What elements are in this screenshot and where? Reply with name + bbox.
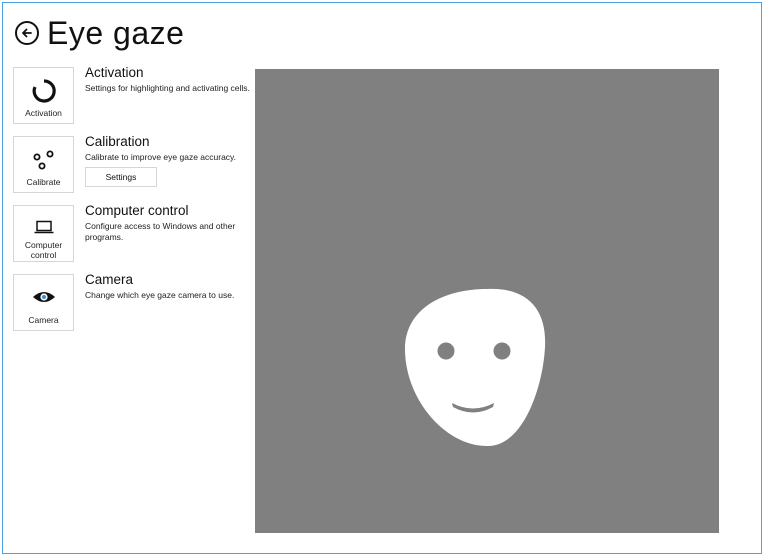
face-illustration xyxy=(405,288,546,447)
camera-section: Camera Camera Change which eye gaze came… xyxy=(13,272,253,334)
activation-tile[interactable]: Activation xyxy=(13,67,74,124)
activation-heading: Activation xyxy=(85,65,144,80)
face-shape xyxy=(405,288,546,447)
camera-description: Change which eye gaze camera to use. xyxy=(85,290,235,300)
camera-info: Camera Change which eye gaze camera to u… xyxy=(85,272,250,301)
computer-control-tile-label: Computer control xyxy=(24,240,63,260)
page-title: Eye gaze xyxy=(47,15,185,51)
computer-control-section: Computer control Computer control Config… xyxy=(13,203,253,265)
calibration-heading: Calibration xyxy=(85,134,150,149)
calibration-dots-icon xyxy=(30,145,58,175)
computer-control-info: Computer control Configure access to Win… xyxy=(85,203,250,243)
activation-tile-label: Activation xyxy=(25,108,62,118)
activation-ring-icon xyxy=(30,76,58,106)
calibration-section: Calibrate Calibration Calibrate to impro… xyxy=(13,134,253,196)
eye-icon xyxy=(32,285,56,309)
calibrate-tile[interactable]: Calibrate xyxy=(13,136,74,193)
camera-tile-label: Camera xyxy=(28,315,59,325)
camera-tile[interactable]: Camera xyxy=(13,274,74,331)
computer-control-description: Configure access to Windows and other pr… xyxy=(85,221,236,242)
laptop-icon xyxy=(34,216,54,238)
computer-control-tile[interactable]: Computer control xyxy=(13,205,74,262)
computer-control-heading: Computer control xyxy=(85,203,189,218)
calibration-description: Calibrate to improve eye gaze accuracy. xyxy=(85,152,237,162)
activation-info: Activation Settings for highlighting and… xyxy=(85,65,250,94)
camera-heading: Camera xyxy=(85,272,134,287)
eye-gaze-preview xyxy=(255,69,719,533)
header: Eye gaze xyxy=(15,15,184,51)
left-eye xyxy=(437,342,455,360)
back-arrow-circle-icon[interactable] xyxy=(15,21,39,45)
activation-section: Activation Activation Settings for highl… xyxy=(13,65,253,127)
calibration-settings-button[interactable]: Settings xyxy=(85,167,157,187)
activation-description: Settings for highlighting and activating… xyxy=(85,83,250,93)
eye-gaze-window: Eye gaze Activation Activation Settings … xyxy=(2,2,762,554)
calibrate-tile-label: Calibrate xyxy=(26,177,61,187)
calibration-info: Calibration Calibrate to improve eye gaz… xyxy=(85,134,250,187)
right-eye xyxy=(493,342,511,360)
